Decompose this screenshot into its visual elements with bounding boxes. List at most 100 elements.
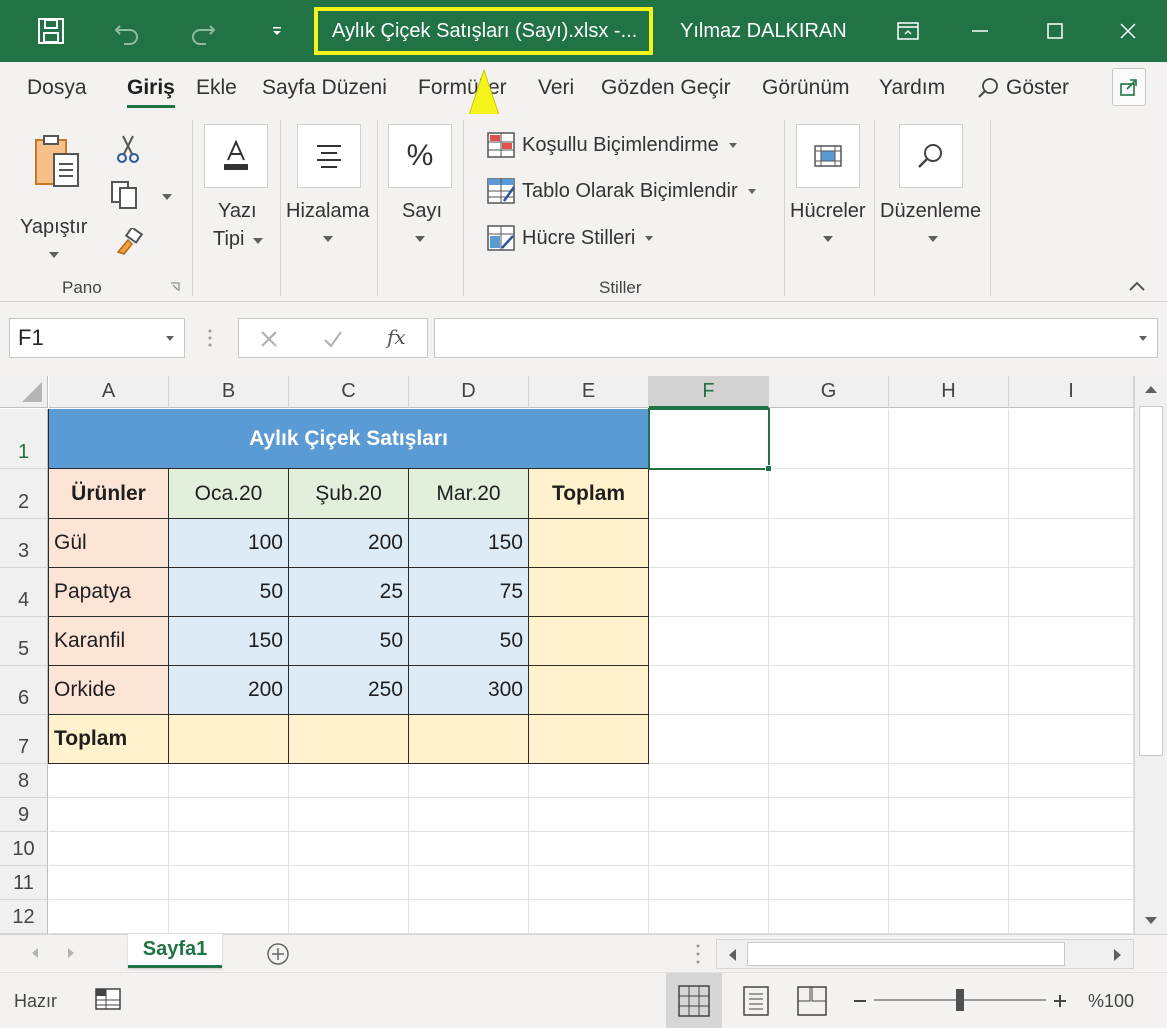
cell-h5[interactable]: [889, 617, 1009, 666]
column-header-b[interactable]: B: [169, 376, 289, 408]
scroll-down-icon[interactable]: [1144, 916, 1158, 926]
formula-input[interactable]: [434, 318, 1158, 358]
cell-c12[interactable]: [289, 900, 409, 934]
cell-f8[interactable]: [649, 764, 769, 798]
value-cell[interactable]: 300: [409, 666, 529, 715]
zoom-slider-thumb[interactable]: [956, 989, 964, 1011]
horizontal-scrollbar[interactable]: [716, 939, 1134, 969]
tab-dosya[interactable]: Dosya: [27, 76, 87, 100]
cell-g7[interactable]: [769, 715, 889, 764]
copy-icon[interactable]: [110, 180, 142, 210]
cell-g8[interactable]: [769, 764, 889, 798]
cell-d10[interactable]: [409, 832, 529, 866]
cell-h4[interactable]: [889, 568, 1009, 617]
cell-e8[interactable]: [529, 764, 649, 798]
cells-button[interactable]: Hücreler: [788, 124, 872, 274]
cell-h6[interactable]: [889, 666, 1009, 715]
cell-f5[interactable]: [649, 617, 769, 666]
header-cell[interactable]: Oca.20: [169, 469, 289, 519]
tab-ekle[interactable]: Ekle: [196, 76, 237, 100]
cell-i2[interactable]: [1009, 469, 1134, 519]
value-cell[interactable]: 75: [409, 568, 529, 617]
format-painter-icon[interactable]: [114, 228, 144, 256]
value-cell[interactable]: 200: [289, 519, 409, 568]
cell-h3[interactable]: [889, 519, 1009, 568]
cell-g3[interactable]: [769, 519, 889, 568]
cell-i5[interactable]: [1009, 617, 1134, 666]
cell-i7[interactable]: [1009, 715, 1134, 764]
value-cell[interactable]: 150: [169, 617, 289, 666]
zoom-level[interactable]: %100: [1088, 991, 1134, 1012]
tell-me-search[interactable]: Göster: [976, 76, 1069, 100]
collapse-ribbon-icon[interactable]: [1128, 280, 1146, 292]
column-total-cell[interactable]: [169, 715, 289, 764]
row-header-10[interactable]: 10: [0, 832, 48, 866]
row-header-4[interactable]: 4: [0, 568, 48, 617]
alignment-button[interactable]: Hizalama: [284, 124, 374, 274]
column-header-i[interactable]: I: [1009, 376, 1134, 408]
cell-a10[interactable]: [49, 832, 169, 866]
product-name-cell[interactable]: Gül: [49, 519, 169, 568]
row-header-7[interactable]: 7: [0, 715, 48, 764]
cell-h1[interactable]: [889, 409, 1009, 469]
value-cell[interactable]: 150: [409, 519, 529, 568]
cell-g9[interactable]: [769, 798, 889, 832]
cell-f4[interactable]: [649, 568, 769, 617]
chevron-down-icon[interactable]: [166, 336, 174, 341]
prev-sheet-icon[interactable]: [30, 947, 40, 959]
column-header-g[interactable]: G: [769, 376, 889, 408]
header-cell[interactable]: Toplam: [529, 469, 649, 519]
minimize-icon[interactable]: [960, 12, 1000, 50]
worksheet-grid[interactable]: ABCDEFGHI 1 2 3 4 5 6 7 8 9 10 11 12 Aylık Çiçek Sa…: [0, 376, 1167, 934]
cell-h11[interactable]: [889, 866, 1009, 900]
editing-button[interactable]: Düzenleme: [878, 124, 988, 274]
undo-icon[interactable]: [110, 14, 144, 48]
zoom-out-icon[interactable]: [852, 993, 868, 1009]
tab-giris[interactable]: Giriş: [127, 76, 175, 108]
user-name[interactable]: Yılmaz DALKIRAN: [680, 20, 847, 43]
cell-i3[interactable]: [1009, 519, 1134, 568]
tab-sayfa-duzeni[interactable]: Sayfa Düzeni: [262, 76, 387, 100]
cell-h2[interactable]: [889, 469, 1009, 519]
value-cell[interactable]: 25: [289, 568, 409, 617]
active-cell-outline[interactable]: [648, 408, 770, 470]
row-total-cell[interactable]: [529, 568, 649, 617]
cell-b9[interactable]: [169, 798, 289, 832]
cell-i4[interactable]: [1009, 568, 1134, 617]
row-header-1[interactable]: 1: [0, 409, 48, 469]
total-label-cell[interactable]: Toplam: [49, 715, 169, 764]
enter-icon[interactable]: [323, 329, 343, 349]
cell-h10[interactable]: [889, 832, 1009, 866]
cell-g1[interactable]: [769, 409, 889, 469]
tab-split-grip-icon[interactable]: [695, 943, 701, 965]
scroll-up-icon[interactable]: [1144, 384, 1158, 394]
formula-bar-grip-icon[interactable]: [207, 328, 213, 348]
horizontal-scroll-thumb[interactable]: [747, 942, 1065, 966]
dialog-launcher-icon[interactable]: [170, 282, 180, 292]
cell-f2[interactable]: [649, 469, 769, 519]
cell-f10[interactable]: [649, 832, 769, 866]
cell-i6[interactable]: [1009, 666, 1134, 715]
cell-h12[interactable]: [889, 900, 1009, 934]
share-button[interactable]: [1112, 68, 1146, 106]
cell-b11[interactable]: [169, 866, 289, 900]
cut-icon[interactable]: [116, 134, 140, 164]
save-icon[interactable]: [34, 14, 68, 48]
cell-c10[interactable]: [289, 832, 409, 866]
normal-view-button[interactable]: [666, 973, 722, 1028]
scroll-right-icon[interactable]: [1113, 948, 1123, 962]
ribbon-display-icon[interactable]: [888, 12, 928, 50]
row-header-2[interactable]: 2: [0, 469, 48, 519]
header-cell[interactable]: Şub.20: [289, 469, 409, 519]
cell-i12[interactable]: [1009, 900, 1134, 934]
cell-g4[interactable]: [769, 568, 889, 617]
cell-e9[interactable]: [529, 798, 649, 832]
cell-a11[interactable]: [49, 866, 169, 900]
column-header-e[interactable]: E: [529, 376, 649, 408]
cell-b8[interactable]: [169, 764, 289, 798]
maximize-icon[interactable]: [1035, 12, 1075, 50]
row-total-cell[interactable]: [529, 519, 649, 568]
value-cell[interactable]: 50: [409, 617, 529, 666]
column-header-f[interactable]: F: [649, 376, 769, 408]
redo-icon[interactable]: [186, 14, 220, 48]
